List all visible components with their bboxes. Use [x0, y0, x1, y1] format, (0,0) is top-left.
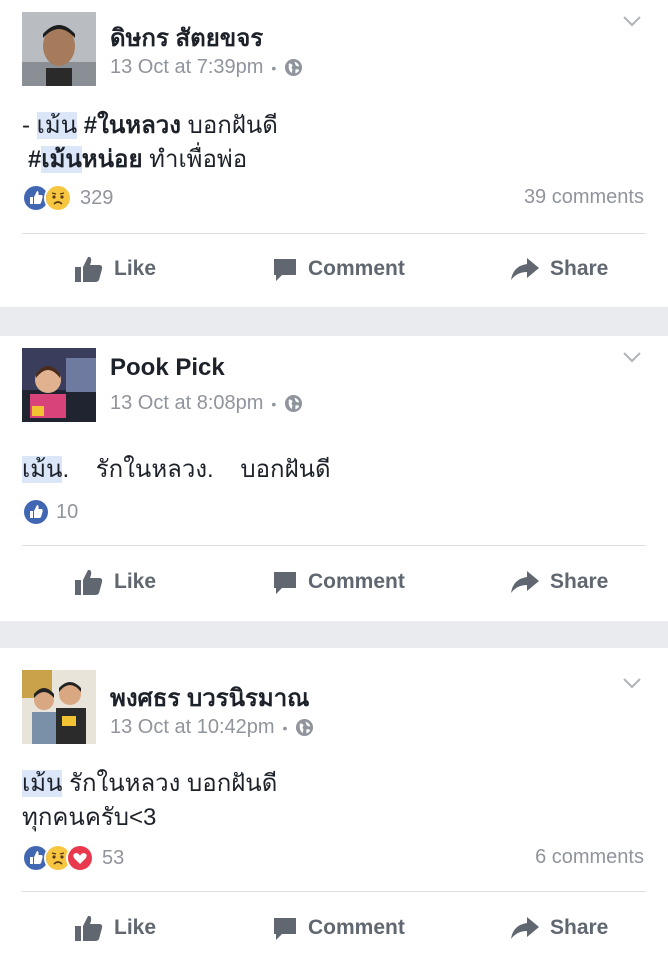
- thumbs-up-icon: [75, 915, 103, 941]
- post-author[interactable]: พงศธร บวรนิรมาณ: [110, 678, 309, 717]
- post-timestamp[interactable]: 13 Oct at 7:39pm: [110, 56, 263, 79]
- avatar[interactable]: [22, 670, 96, 744]
- like-button[interactable]: Like: [74, 908, 156, 948]
- comment-label: Comment: [308, 570, 405, 593]
- comment-button[interactable]: Comment: [272, 562, 405, 602]
- text-rest: รักในหลวง บอกฝันดี: [62, 770, 278, 797]
- reaction-count: 53: [102, 846, 125, 869]
- share-arrow-icon: [511, 571, 539, 593]
- text-rest: . รักในหลวง. บอกฝันดี: [62, 456, 331, 483]
- divider: [22, 233, 646, 234]
- reaction-summary[interactable]: 53: [22, 844, 124, 872]
- share-button[interactable]: Share: [510, 249, 608, 289]
- post-text-line: - เม้น #ในหลวง บอกฝันดี: [22, 108, 278, 144]
- share-button[interactable]: Share: [510, 908, 608, 948]
- post-author[interactable]: ดิษกร สัตยขจร: [110, 18, 263, 57]
- text-rest: บอกฝันดี: [180, 112, 278, 139]
- divider: [22, 545, 646, 546]
- chevron-down-icon[interactable]: [622, 14, 642, 28]
- post-text-line: #เม้นหน่อย ทำเพื่อพ่อ: [22, 142, 247, 178]
- meta-separator: •: [282, 719, 288, 736]
- hashtag-link[interactable]: #ในหลวง: [77, 112, 181, 139]
- text-rest: ทำเพื่อพ่อ: [142, 146, 248, 173]
- post-text-line: เม้น. รักในหลวง. บอกฝันดี: [22, 452, 331, 488]
- comment-label: Comment: [308, 916, 405, 939]
- reaction-summary[interactable]: 10: [22, 498, 78, 526]
- comment-icon: [274, 918, 296, 940]
- feed-post: Pook Pick 13 Oct at 8:08pm • เม้น. รักใน…: [0, 336, 668, 621]
- thumbs-up-icon: [75, 569, 103, 595]
- love-reaction-icon: [66, 844, 94, 872]
- post-meta: 13 Oct at 8:08pm •: [110, 392, 303, 415]
- like-label: Like: [114, 570, 157, 593]
- text-prefix: -: [22, 112, 37, 139]
- comments-count-link[interactable]: 6 comments: [535, 846, 644, 869]
- comment-button[interactable]: Comment: [272, 249, 405, 289]
- action-bar: Like Comment Share: [0, 908, 668, 948]
- post-meta: 13 Oct at 10:42pm •: [110, 716, 314, 739]
- share-arrow-icon: [511, 258, 539, 280]
- avatar[interactable]: [22, 12, 96, 86]
- like-label: Like: [114, 257, 157, 280]
- chevron-down-icon[interactable]: [622, 350, 642, 364]
- globe-icon: [285, 394, 303, 413]
- highlighted-word: เม้น: [36, 112, 78, 139]
- highlighted-word: เม้น: [22, 770, 63, 797]
- like-label: Like: [114, 916, 157, 939]
- globe-icon: [285, 58, 303, 77]
- text-rest: ทุกคนครับ<3: [22, 804, 157, 831]
- action-bar: Like Comment Share: [0, 249, 668, 289]
- action-bar: Like Comment Share: [0, 562, 668, 602]
- share-label: Share: [550, 257, 609, 280]
- reaction-count: 10: [56, 500, 79, 523]
- sad-reaction-icon: [44, 184, 72, 212]
- share-label: Share: [550, 570, 609, 593]
- chevron-down-icon[interactable]: [622, 676, 642, 690]
- thumbs-up-icon: [75, 256, 103, 282]
- post-text-line: ทุกคนครับ<3: [22, 800, 156, 836]
- share-arrow-icon: [511, 917, 539, 939]
- meta-separator: •: [271, 59, 277, 76]
- like-button[interactable]: Like: [74, 249, 156, 289]
- share-label: Share: [550, 916, 609, 939]
- feed-post: ดิษกร สัตยขจร 13 Oct at 7:39pm • - เม้น …: [0, 0, 668, 307]
- avatar[interactable]: [22, 348, 96, 422]
- comment-button[interactable]: Comment: [272, 908, 405, 948]
- hashtag-link[interactable]: #เม้นหน่อย: [28, 146, 143, 173]
- post-text-line: เม้น รักในหลวง บอกฝันดี: [22, 766, 277, 802]
- like-button[interactable]: Like: [74, 562, 156, 602]
- highlighted-word: เม้น: [22, 456, 63, 483]
- meta-separator: •: [271, 395, 277, 412]
- comment-icon: [274, 572, 296, 594]
- post-timestamp[interactable]: 13 Oct at 10:42pm: [110, 716, 275, 739]
- post-author[interactable]: Pook Pick: [110, 354, 225, 382]
- share-button[interactable]: Share: [510, 562, 608, 602]
- post-timestamp[interactable]: 13 Oct at 8:08pm: [110, 392, 263, 415]
- reaction-count: 329: [80, 186, 114, 209]
- globe-icon: [296, 718, 314, 737]
- comment-label: Comment: [308, 257, 405, 280]
- comment-icon: [274, 259, 296, 281]
- reaction-summary[interactable]: 329: [22, 184, 113, 212]
- feed-post: พงศธร บวรนิรมาณ 13 Oct at 10:42pm • เม้น…: [0, 648, 668, 960]
- like-reaction-icon: [22, 498, 50, 526]
- post-meta: 13 Oct at 7:39pm •: [110, 56, 303, 79]
- comments-count-link[interactable]: 39 comments: [524, 186, 644, 209]
- divider: [22, 891, 646, 892]
